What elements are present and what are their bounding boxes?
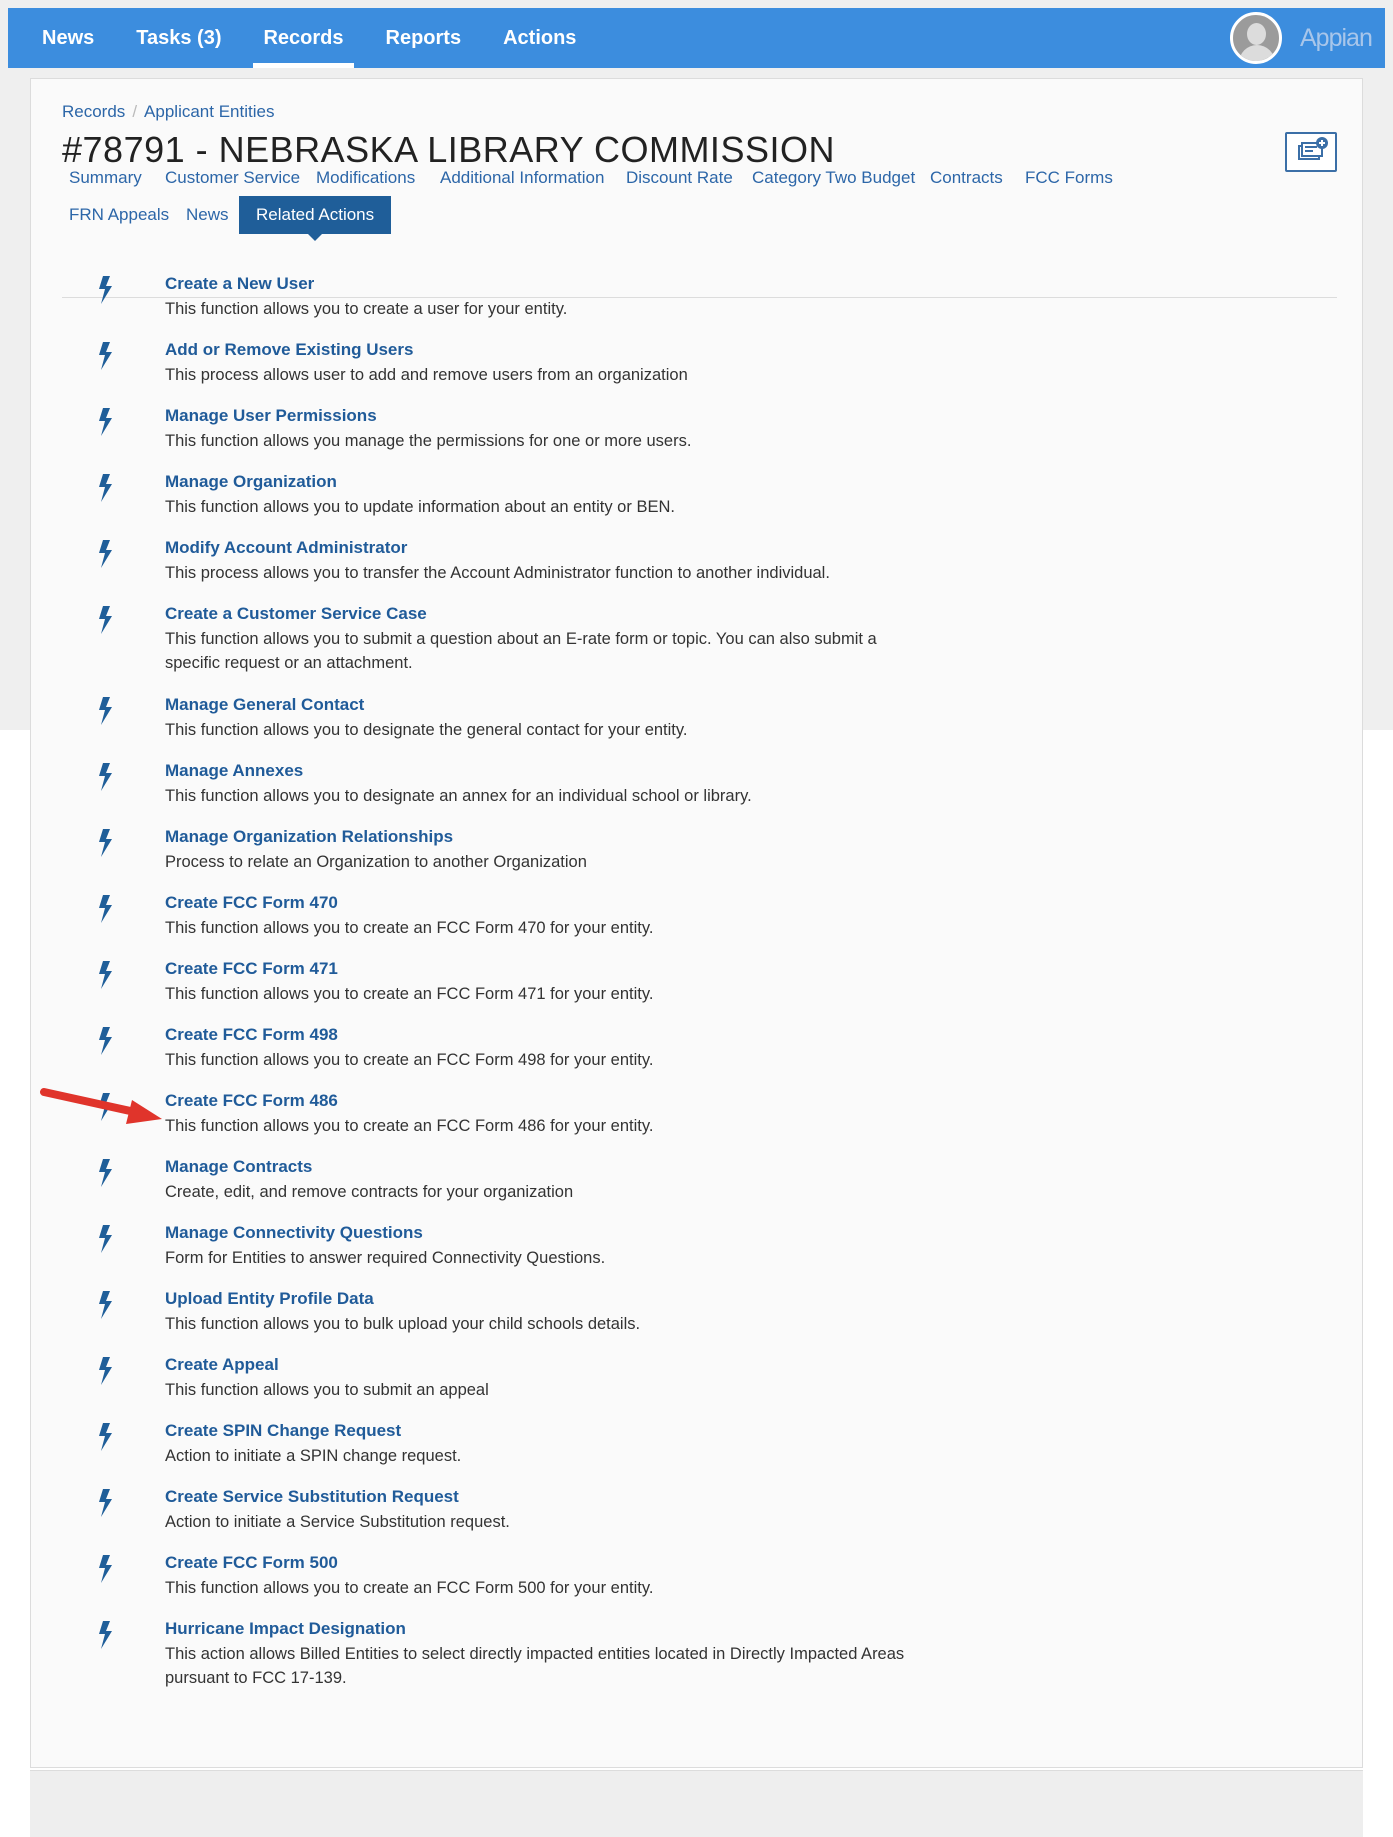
lightning-bolt-icon [99,342,112,370]
lightning-bolt-icon [99,276,112,304]
related-action-description: This process allows user to add and remo… [165,366,688,384]
nav-tasks[interactable]: Tasks (3) [136,8,221,68]
related-action-description: This function allows you to create an FC… [165,1579,654,1597]
lightning-bolt-icon [99,1027,112,1055]
tab-modifications[interactable]: Modifications [316,168,415,188]
lightning-bolt-icon [99,697,112,725]
related-action-description: Form for Entities to answer required Con… [165,1249,606,1267]
related-action-description: This function allows you to bulk upload … [165,1315,641,1333]
related-action-description: This function allows you manage the perm… [165,432,692,450]
related-action-description: Action to initiate a Service Substitutio… [165,1513,510,1531]
related-action-link[interactable]: Create FCC Form 471 [165,959,338,979]
related-action-description: This function allows you to create an FC… [165,1117,654,1135]
related-action-description: Create, edit, and remove contracts for y… [165,1183,574,1201]
related-action-description: Action to initiate a SPIN change request… [165,1447,462,1465]
lightning-bolt-icon [99,829,112,857]
related-action-link[interactable]: Create SPIN Change Request [165,1421,401,1441]
top-nav-bar: News Tasks (3) Records Reports Actions A… [8,8,1385,68]
main-nav: News Tasks (3) Records Reports Actions [42,8,618,68]
record-action-icon[interactable] [1285,132,1337,172]
lightning-bolt-icon [99,895,112,923]
related-action-link[interactable]: Manage General Contact [165,695,364,715]
lightning-bolt-icon [99,763,112,791]
lightning-bolt-icon [99,606,112,634]
red-arrow-icon [40,1088,162,1124]
tab-contracts[interactable]: Contracts [930,168,1003,188]
related-action-link[interactable]: Manage Connectivity Questions [165,1223,423,1243]
tab-customer-service[interactable]: Customer Service [165,168,300,188]
related-action-link[interactable]: Upload Entity Profile Data [165,1289,374,1309]
related-action-link[interactable]: Hurricane Impact Designation [165,1619,406,1639]
tab-fcc-forms[interactable]: FCC Forms [1025,168,1113,188]
tab-frn-appeals[interactable]: FRN Appeals [69,205,169,225]
related-action-link[interactable]: Create a New User [165,274,314,294]
related-action-description: This function allows you to create a use… [165,300,568,318]
nav-records[interactable]: Records [253,8,354,68]
related-action-description: This function allows you to designate th… [165,721,688,739]
record-card: Records / Applicant Entities #78791 - NEBR… [30,78,1363,1768]
related-action-description: Process to relate an Organization to ano… [165,853,587,871]
related-action-description: This action allows Billed Entities to se… [165,1645,905,1687]
related-action-description: This function allows you to submit an ap… [165,1381,489,1399]
nav-actions[interactable]: Actions [503,8,576,68]
tab-additional-information[interactable]: Additional Information [440,168,604,188]
page-title: #78791 - NEBRASKA LIBRARY COMMISSION [62,129,835,170]
lightning-bolt-icon [99,540,112,568]
breadcrumb: Records / Applicant Entities [62,102,275,121]
tab-news[interactable]: News [186,205,229,225]
breadcrumb-applicant-entities[interactable]: Applicant Entities [144,102,274,121]
related-action-description: This function allows you to create an FC… [165,985,654,1003]
related-action-description: This function allows you to update infor… [165,498,675,516]
lightning-bolt-icon [99,1489,112,1517]
related-action-link[interactable]: Create FCC Form 500 [165,1553,338,1573]
related-action-description: This process allows you to transfer the … [165,564,830,582]
user-avatar-icon[interactable] [1230,12,1282,64]
brand-logo: Appian [1300,24,1373,52]
lightning-bolt-icon [99,474,112,502]
lightning-bolt-icon [99,1621,112,1649]
related-action-link[interactable]: Manage Annexes [165,761,303,781]
related-action-link[interactable]: Modify Account Administrator [165,538,407,558]
lightning-bolt-icon [99,1225,112,1253]
lightning-bolt-icon [99,961,112,989]
tab-category-two-budget[interactable]: Category Two Budget [752,168,915,188]
related-action-description: This function allows you to create an FC… [165,919,654,937]
related-action-link[interactable]: Manage Organization Relationships [165,827,453,847]
related-action-link[interactable]: Create FCC Form 498 [165,1025,338,1045]
related-action-link[interactable]: Add or Remove Existing Users [165,340,413,360]
lightning-bolt-icon [99,1423,112,1451]
related-action-link[interactable]: Manage Contracts [165,1157,312,1177]
related-action-link[interactable]: Create FCC Form 486 [165,1091,338,1111]
related-action-link[interactable]: Create a Customer Service Case [165,604,427,624]
breadcrumb-records[interactable]: Records [62,102,125,121]
related-action-description: This function allows you to designate an… [165,787,752,805]
lightning-bolt-icon [99,1159,112,1187]
tab-related-actions[interactable]: Related Actions [239,196,392,241]
footer-area [30,1770,1363,1837]
lightning-bolt-icon [99,408,112,436]
nav-news[interactable]: News [42,8,94,68]
tab-discount-rate[interactable]: Discount Rate [626,168,733,188]
lightning-bolt-icon [99,1555,112,1583]
nav-reports[interactable]: Reports [386,8,462,68]
related-action-link[interactable]: Create FCC Form 470 [165,893,338,913]
lightning-bolt-icon [99,1357,112,1385]
related-action-description: This function allows you to create an FC… [165,1051,654,1069]
related-action-link[interactable]: Create Service Substitution Request [165,1487,459,1507]
related-action-description: This function allows you to submit a que… [165,630,877,672]
related-action-link[interactable]: Create Appeal [165,1355,279,1375]
related-action-link[interactable]: Manage User Permissions [165,406,377,426]
tab-summary[interactable]: Summary [69,168,142,188]
lightning-bolt-icon [99,1291,112,1319]
related-action-link[interactable]: Manage Organization [165,472,337,492]
